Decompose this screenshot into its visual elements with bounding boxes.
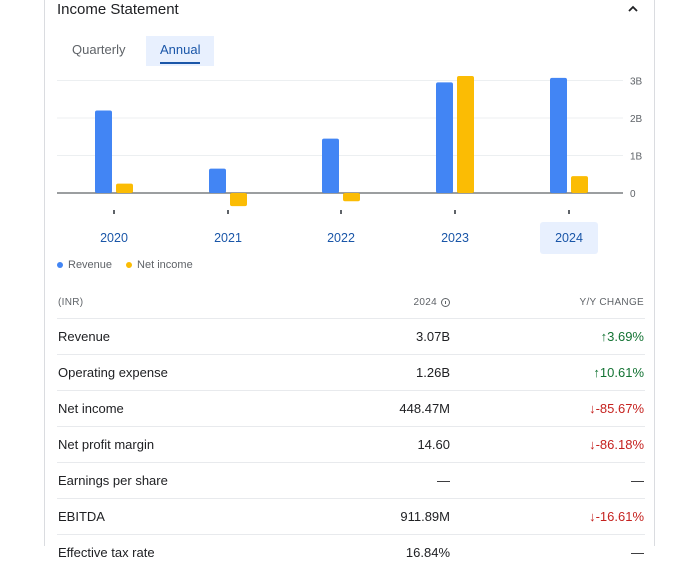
net-income-bar bbox=[457, 76, 474, 193]
tab-annual-label: Annual bbox=[160, 42, 200, 57]
row-label: Effective tax rate bbox=[57, 535, 319, 570]
row-change: — bbox=[451, 463, 645, 499]
x-tick-mark bbox=[454, 210, 456, 214]
net-income-bar bbox=[571, 176, 588, 193]
legend-net-income: Net income bbox=[126, 259, 193, 271]
table-row: Net income448.47M↓-85.67% bbox=[57, 391, 645, 427]
row-change: ↑3.69% bbox=[451, 319, 645, 355]
row-change-value: -16.61% bbox=[596, 509, 644, 524]
row-value: 3.07B bbox=[319, 319, 451, 355]
row-value: 14.60 bbox=[319, 427, 451, 463]
legend-revenue-label: Revenue bbox=[68, 259, 112, 271]
row-change: ↓-16.61% bbox=[451, 499, 645, 535]
revenue-dot-icon bbox=[57, 262, 63, 268]
row-value: 1.26B bbox=[319, 355, 451, 391]
income-statement-card: Income Statement Quarterly Annual 3B 2B 1B… bbox=[44, 0, 655, 546]
row-change: ↓-86.18% bbox=[451, 427, 645, 463]
revenue-bar bbox=[209, 169, 226, 193]
table-row: Revenue3.07B↑3.69% bbox=[57, 319, 645, 355]
info-icon[interactable] bbox=[441, 298, 450, 307]
year-2021[interactable]: 2021 bbox=[199, 222, 257, 254]
revenue-bar bbox=[550, 78, 567, 193]
table-row: Operating expense1.26B↑10.61% bbox=[57, 355, 645, 391]
y-tick-label: 0 bbox=[630, 189, 636, 200]
chevron-up-icon[interactable] bbox=[626, 2, 640, 16]
row-change-value: -86.18% bbox=[596, 437, 644, 452]
table-row: EBITDA911.89M↓-16.61% bbox=[57, 499, 645, 535]
x-tick-mark bbox=[568, 210, 570, 214]
revenue-bar bbox=[95, 111, 112, 194]
row-value: 911.89M bbox=[319, 499, 451, 535]
year-2024[interactable]: 2024 bbox=[540, 222, 598, 254]
row-label: Operating expense bbox=[57, 355, 319, 391]
row-label: Net profit margin bbox=[57, 427, 319, 463]
tab-quarterly-label: Quarterly bbox=[72, 42, 125, 57]
y-tick-label: 1B bbox=[630, 152, 643, 163]
legend-revenue: Revenue bbox=[57, 259, 112, 271]
row-label: Earnings per share bbox=[57, 463, 319, 499]
row-change: ↓-85.67% bbox=[451, 391, 645, 427]
row-change: — bbox=[451, 535, 645, 570]
tab-active-indicator bbox=[160, 62, 200, 64]
row-label: Revenue bbox=[57, 319, 319, 355]
x-tick-mark bbox=[227, 210, 229, 214]
section-title: Income Statement bbox=[57, 1, 179, 18]
x-tick-mark bbox=[113, 210, 115, 214]
row-value: 448.47M bbox=[319, 391, 451, 427]
net-income-bar bbox=[230, 193, 247, 206]
chart-legend: Revenue Net income bbox=[57, 259, 193, 271]
tab-quarterly[interactable]: Quarterly bbox=[58, 36, 139, 66]
change-header: Y/Y CHANGE bbox=[451, 286, 645, 319]
table-row: Earnings per share—— bbox=[57, 463, 645, 499]
net-income-dot-icon bbox=[126, 262, 132, 268]
year-2020[interactable]: 2020 bbox=[85, 222, 143, 254]
revenue-bar bbox=[436, 82, 453, 193]
legend-net-income-label: Net income bbox=[137, 259, 193, 271]
row-change: ↑10.61% bbox=[451, 355, 645, 391]
row-change-value: 10.61% bbox=[600, 365, 644, 380]
table-row: Effective tax rate16.84% — bbox=[57, 535, 645, 570]
row-value: 16.84% bbox=[319, 535, 451, 570]
table-header-row: (INR) 2024 Y/Y CHANGE bbox=[57, 286, 645, 319]
tab-annual[interactable]: Annual bbox=[146, 36, 214, 66]
financials-table: (INR) 2024 Y/Y CHANGE Revenue3.07B↑3.69%… bbox=[57, 286, 645, 570]
year-header: 2024 bbox=[319, 286, 451, 319]
year-header-label: 2024 bbox=[414, 297, 437, 308]
table-row: Net profit margin14.60↓-86.18% bbox=[57, 427, 645, 463]
row-change-value: — bbox=[631, 545, 644, 560]
y-tick-label: 2B bbox=[630, 114, 643, 125]
y-tick-label: 3B bbox=[630, 77, 643, 88]
revenue-bar bbox=[322, 139, 339, 193]
row-change-value: — bbox=[631, 473, 644, 488]
year-2023[interactable]: 2023 bbox=[426, 222, 484, 254]
year-2022[interactable]: 2022 bbox=[312, 222, 370, 254]
row-value: — bbox=[319, 463, 451, 499]
x-tick-mark bbox=[340, 210, 342, 214]
net-income-bar bbox=[343, 193, 360, 201]
row-label: Net income bbox=[57, 391, 319, 427]
row-change-value: -85.67% bbox=[596, 401, 644, 416]
row-label: EBITDA bbox=[57, 499, 319, 535]
income-chart: 3B 2B 1B 0 bbox=[45, 70, 654, 220]
net-income-bar bbox=[116, 184, 133, 193]
currency-header: (INR) bbox=[57, 286, 319, 319]
row-change-value: 3.69% bbox=[607, 329, 644, 344]
